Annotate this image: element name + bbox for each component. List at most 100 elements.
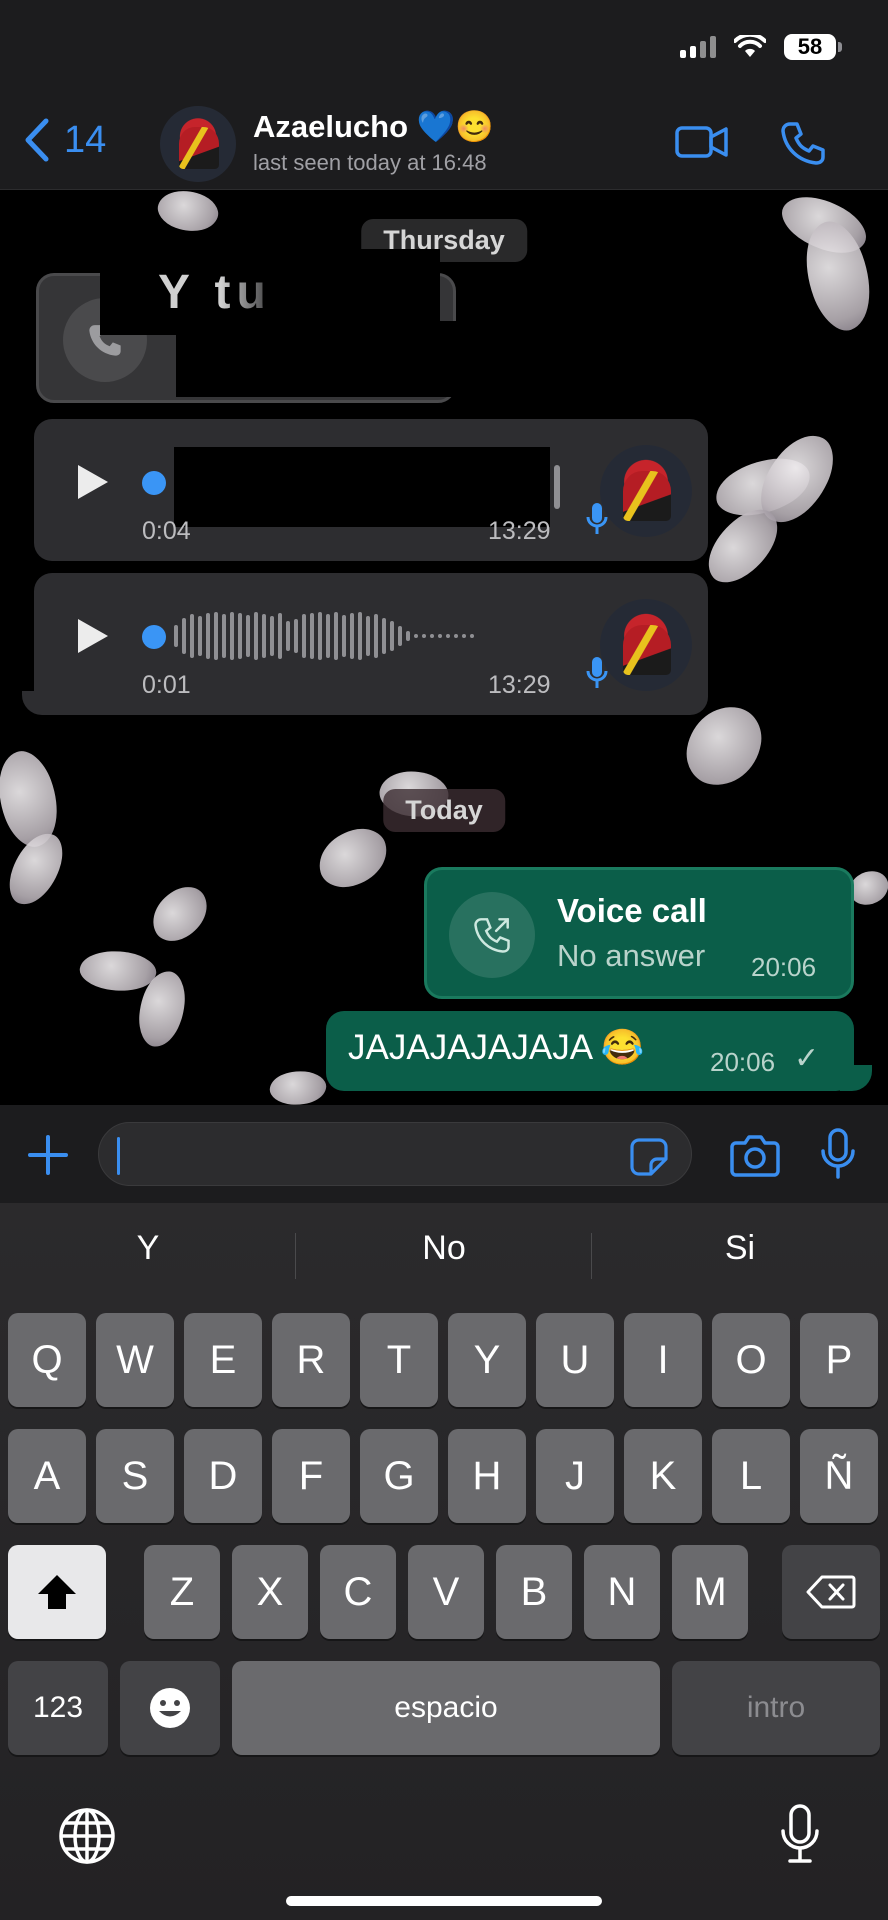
redacted-text-fragment: Y tu <box>158 266 272 319</box>
suggestion-3[interactable]: Si <box>592 1229 888 1268</box>
outgoing-message-bubble[interactable]: JAJAJAJAJAJA 😂 20:06 ✓ <box>326 1011 854 1091</box>
mic-icon[interactable] <box>820 1127 856 1181</box>
key-l[interactable]: L <box>712 1429 790 1523</box>
wallpaper-petal <box>312 822 394 894</box>
key-g[interactable]: G <box>360 1429 438 1523</box>
suggestion-bar: Y No Si <box>0 1203 888 1309</box>
status-icons: 58 <box>680 34 842 60</box>
mic-icon <box>586 657 608 688</box>
key-f[interactable]: F <box>272 1429 350 1523</box>
contact-name[interactable]: Azaelucho 💙😊 <box>253 108 494 145</box>
key-t[interactable]: T <box>360 1313 438 1407</box>
key-k[interactable]: K <box>624 1429 702 1523</box>
bubble-tail <box>840 1065 872 1091</box>
message-input-bar <box>0 1105 888 1203</box>
key-z[interactable]: Z <box>144 1545 220 1639</box>
wallpaper-petal <box>848 869 888 907</box>
text-caret <box>117 1137 120 1175</box>
wifi-icon <box>734 35 766 57</box>
key-w[interactable]: W <box>96 1313 174 1407</box>
bubble-tail <box>22 691 52 715</box>
key-m[interactable]: M <box>672 1545 748 1639</box>
sticker-icon[interactable] <box>629 1137 669 1177</box>
key-e[interactable]: E <box>184 1313 262 1407</box>
voice-note-duration: 0:01 <box>142 671 191 699</box>
play-icon[interactable] <box>78 619 108 653</box>
key-n[interactable]: N <box>584 1545 660 1639</box>
playback-dot[interactable] <box>142 471 166 495</box>
signal-icon <box>680 36 716 58</box>
playback-dot[interactable] <box>142 625 166 649</box>
voice-note-bubble[interactable]: 0:04 13:29 <box>34 419 708 561</box>
key-u[interactable]: U <box>536 1313 614 1407</box>
key-q[interactable]: Q <box>8 1313 86 1407</box>
voice-note-bubble[interactable]: 0:01 13:29 <box>34 573 708 715</box>
delete-icon <box>806 1575 856 1609</box>
play-icon[interactable] <box>78 465 108 499</box>
shift-key[interactable] <box>8 1545 106 1639</box>
key-h[interactable]: H <box>448 1429 526 1523</box>
voice-note-duration: 0:04 <box>142 517 191 545</box>
battery-indicator: 58 <box>784 34 842 60</box>
video-call-icon[interactable] <box>674 120 730 164</box>
key-x[interactable]: X <box>232 1545 308 1639</box>
chat-header: 14 Azaelucho 💙😊 last seen today at 16:48 <box>0 100 888 190</box>
key-c[interactable]: C <box>320 1545 396 1639</box>
key-i[interactable]: I <box>624 1313 702 1407</box>
message-input[interactable] <box>98 1122 692 1186</box>
outgoing-call-icon <box>474 918 510 953</box>
key-s[interactable]: S <box>96 1429 174 1523</box>
voice-note-time: 13:29 <box>488 517 551 545</box>
date-separator-today: Today <box>383 789 505 832</box>
voice-call-time: 20:06 <box>751 952 817 982</box>
sender-avatar <box>600 445 692 537</box>
redaction-box <box>174 447 550 527</box>
mic-icon <box>586 503 608 534</box>
waveform-end <box>554 465 560 509</box>
numbers-key[interactable]: 123 <box>8 1661 108 1755</box>
globe-icon[interactable] <box>58 1807 116 1865</box>
wallpaper-petal <box>268 1068 328 1105</box>
return-key[interactable]: intro <box>672 1661 880 1755</box>
voice-call-status: No answer <box>557 938 706 973</box>
key-j[interactable]: J <box>536 1429 614 1523</box>
plus-icon[interactable] <box>26 1133 70 1177</box>
wallpaper-petal <box>2 825 70 913</box>
voice-call-title: Voice call <box>557 892 707 929</box>
waveform <box>174 611 474 661</box>
wallpaper-petal <box>152 191 224 241</box>
contact-status: last seen today at 16:48 <box>253 150 487 175</box>
back-button[interactable]: 14 <box>24 118 106 162</box>
contact-avatar[interactable] <box>160 106 236 182</box>
sender-avatar <box>600 599 692 691</box>
key-o[interactable]: O <box>712 1313 790 1407</box>
key-b[interactable]: B <box>496 1545 572 1639</box>
unread-count: 14 <box>64 118 107 161</box>
sent-check-icon: ✓ <box>794 1042 820 1075</box>
suggestion-1[interactable]: Y <box>0 1229 296 1268</box>
key-a[interactable]: A <box>8 1429 86 1523</box>
chat-area[interactable]: Thursday Y tu 0:04 13:29 0:01 13:29 Toda… <box>0 191 888 1105</box>
delete-key[interactable] <box>782 1545 880 1639</box>
key-n-tilde[interactable]: Ñ <box>800 1429 878 1523</box>
key-y[interactable]: Y <box>448 1313 526 1407</box>
status-bar: 58 <box>0 0 888 100</box>
keyboard: Y No Si Q W E R T Y U I O P A S D F G H … <box>0 1203 888 1920</box>
key-r[interactable]: R <box>272 1313 350 1407</box>
back-chevron-icon <box>25 118 49 162</box>
emoji-icon <box>150 1688 190 1728</box>
phone-icon[interactable] <box>780 120 826 166</box>
home-indicator[interactable] <box>286 1896 602 1906</box>
key-p[interactable]: P <box>800 1313 878 1407</box>
voice-call-bubble[interactable]: Voice call No answer 20:06 <box>424 867 854 999</box>
emoji-key[interactable] <box>120 1661 220 1755</box>
dictation-icon[interactable] <box>780 1803 820 1867</box>
shift-icon <box>38 1575 76 1609</box>
space-key[interactable]: espacio <box>232 1661 660 1755</box>
camera-icon[interactable] <box>730 1133 780 1177</box>
message-text: JAJAJAJAJAJA 😂 <box>348 1028 645 1067</box>
suggestion-2[interactable]: No <box>296 1229 592 1268</box>
message-time: 20:06 <box>710 1047 776 1077</box>
key-d[interactable]: D <box>184 1429 262 1523</box>
key-v[interactable]: V <box>408 1545 484 1639</box>
